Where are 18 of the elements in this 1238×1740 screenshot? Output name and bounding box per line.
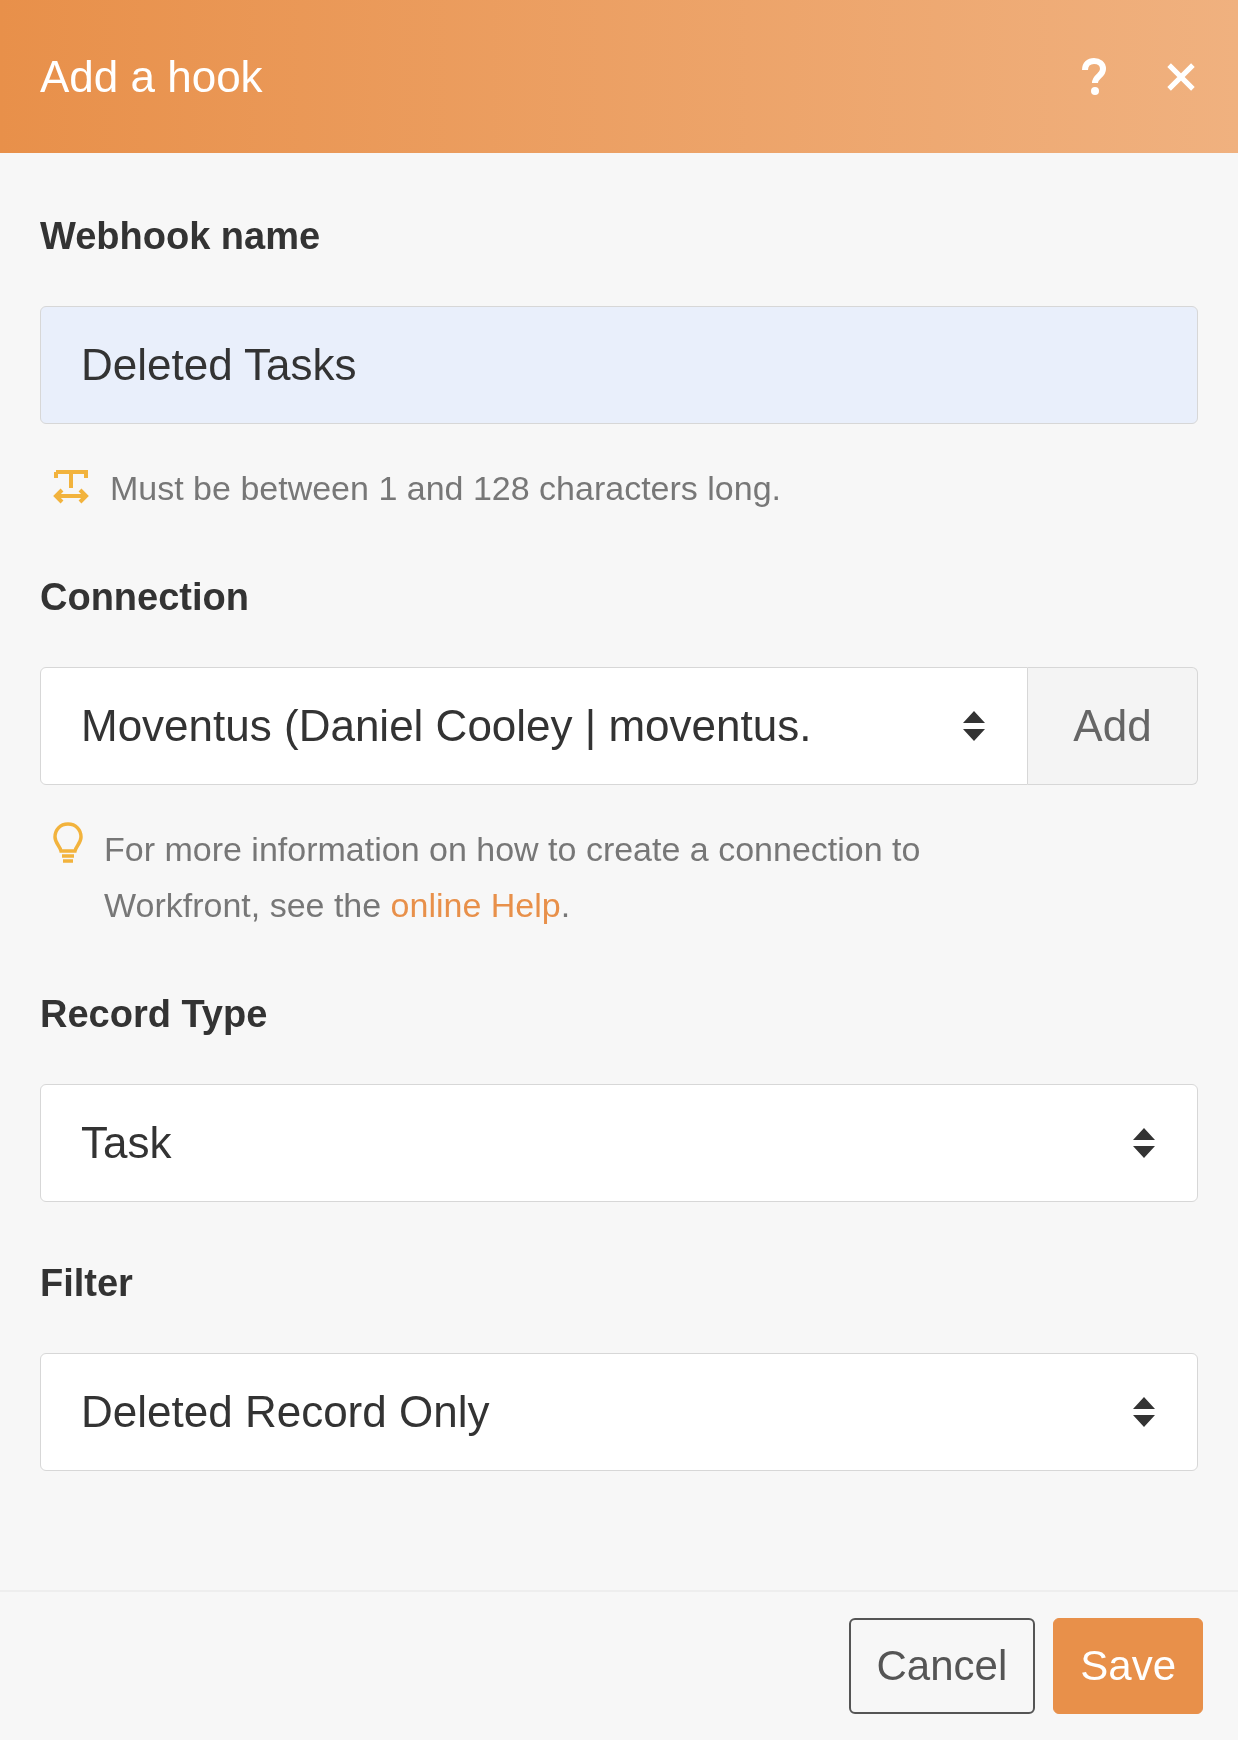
lightbulb-icon <box>52 821 84 865</box>
text-width-icon <box>52 468 90 506</box>
cancel-button[interactable]: Cancel <box>848 1618 1036 1714</box>
hint-text: Must be between 1 and 128 characters long. <box>110 468 781 509</box>
select-field[interactable]: Moventus (Daniel Cooley | moventus. <box>40 667 1028 785</box>
sort-icon <box>1131 1395 1157 1429</box>
text-field[interactable]: Deleted Tasks <box>40 306 1198 424</box>
field-label: Filter <box>40 1262 133 1305</box>
add-button[interactable]: Add <box>1028 667 1198 785</box>
select-field[interactable]: Deleted Record Only <box>40 1353 1198 1471</box>
dialog-title: Add a hook <box>40 51 264 102</box>
sort-icon <box>1131 1126 1157 1160</box>
select-field[interactable]: Task <box>40 1084 1198 1202</box>
field-label: Connection <box>40 576 249 619</box>
hint-text: For more information on how to create a connection to Workfront, see the online Help. <box>104 829 922 926</box>
field-label: Webhook name <box>40 215 321 258</box>
sort-icon <box>961 709 987 743</box>
field-label: Record Type <box>40 993 268 1036</box>
